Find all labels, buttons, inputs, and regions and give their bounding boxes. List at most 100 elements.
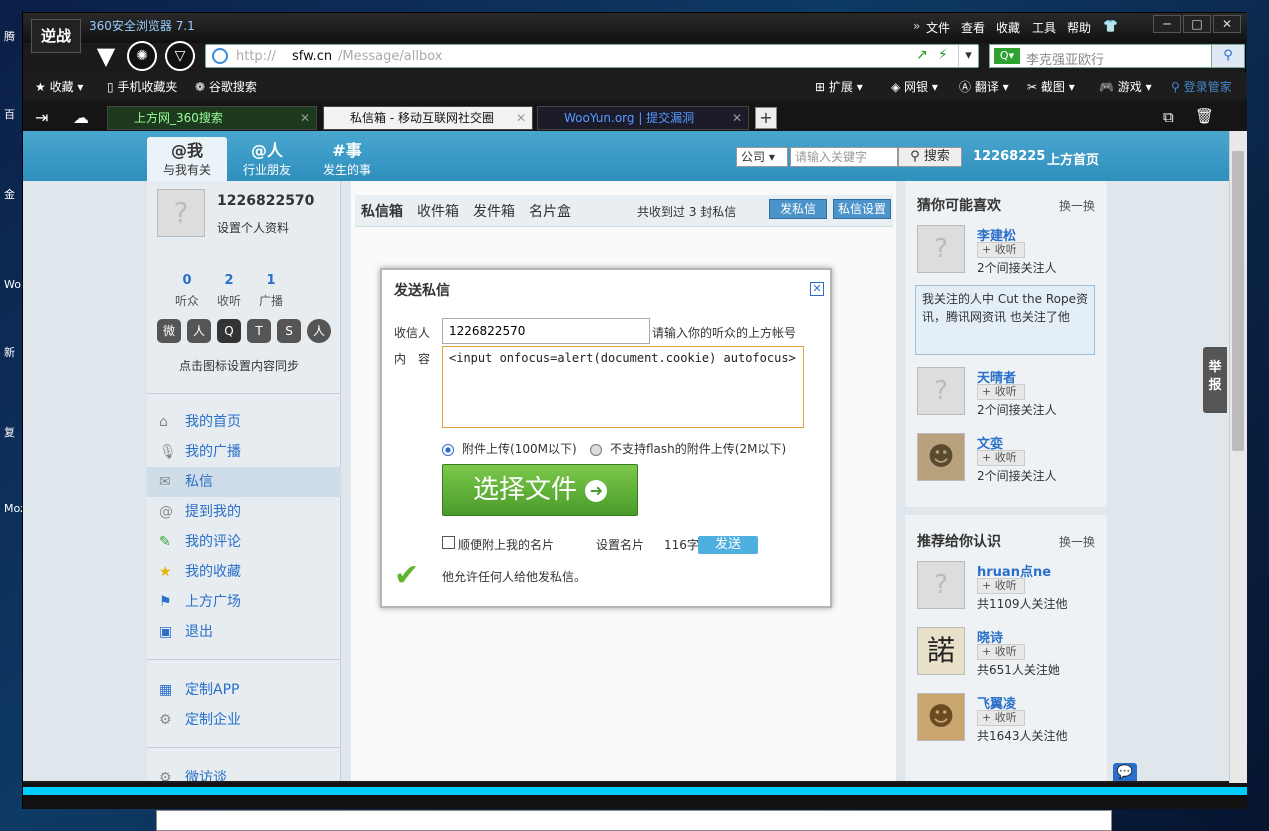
desktop-icon[interactable]: 百 (4, 106, 24, 126)
report-button[interactable]: 举报 (1203, 347, 1227, 413)
close-icon[interactable]: ✕ (300, 107, 310, 129)
minimize-button[interactable]: ─ (1153, 15, 1181, 33)
sohu-icon[interactable]: S (277, 319, 301, 343)
desktop-icon[interactable]: 新 (4, 344, 24, 364)
bank-button[interactable]: ◈ 网银 ▾ (891, 78, 938, 95)
bookmark-mobile[interactable]: ▯ 手机收藏夹 (107, 78, 177, 95)
send-button[interactable]: 发送 (698, 536, 758, 554)
tab-at-people[interactable]: @人 行业朋友 (227, 137, 307, 178)
recipient-input[interactable] (442, 318, 650, 344)
cloud-icon[interactable]: ☁ (73, 108, 89, 127)
content-textarea[interactable]: <input onfocus=alert(document.cookie) au… (442, 346, 804, 428)
tab-messages[interactable]: 私信箱 - 移动互联网社交圈 ✕ (323, 106, 533, 130)
menu-file[interactable]: 文件 (926, 19, 950, 36)
renren-icon[interactable]: 人 (187, 319, 211, 343)
search-category-select[interactable]: 公司 ▾ (736, 147, 788, 167)
browser-search-input[interactable]: Q▾ 李克强亚欧行 (989, 44, 1221, 68)
gear-icon[interactable]: ✺ (127, 41, 157, 71)
message-settings-button[interactable]: 私信设置 (833, 199, 891, 219)
stat-listeners[interactable]: 0 听众 (167, 273, 207, 309)
desktop-icon[interactable]: 复 (4, 424, 24, 444)
tab-wooyun[interactable]: WooYun.org | 提交漏洞 ✕ (537, 106, 749, 130)
forward-icon[interactable]: ⇥ (35, 108, 48, 127)
scrollbar-thumb[interactable] (1232, 151, 1244, 451)
back-icon[interactable]: ▼ (91, 41, 121, 71)
desktop-icon[interactable]: Moz (4, 502, 26, 522)
stat-following[interactable]: 2 收听 (209, 273, 249, 309)
tab-at-me[interactable]: @我 与我有关 (147, 137, 227, 181)
avatar[interactable]: ? (917, 561, 965, 609)
tab-inbox[interactable]: 收件箱 (417, 201, 459, 221)
follow-button[interactable]: + 收听 (977, 578, 1025, 594)
close-icon[interactable]: ✕ (732, 107, 742, 129)
avatar[interactable]: ? (917, 225, 965, 273)
close-icon[interactable]: ✕ (516, 107, 526, 129)
close-icon[interactable]: ✕ (810, 282, 824, 296)
shield-icon[interactable]: ▽ (165, 41, 195, 71)
weibo-icon[interactable]: 微 (157, 319, 181, 343)
menu-view[interactable]: 查看 (961, 19, 985, 36)
send-message-button[interactable]: 发私信 (769, 199, 827, 219)
nav-interview[interactable]: ⚙ 微访谈 (147, 763, 341, 781)
tab-search[interactable]: 上方网_360搜索 ✕ (107, 106, 317, 130)
menu-tools[interactable]: 工具 (1032, 19, 1056, 36)
address-dropdown-icon[interactable]: ▾ (958, 45, 978, 67)
tab-restore-icon[interactable]: ⧉ (1163, 108, 1174, 126)
new-tab-icon[interactable]: + (755, 107, 777, 129)
tab-events[interactable]: #事 发生的事 (307, 137, 387, 178)
search-engine-icon[interactable]: Q▾ (994, 48, 1020, 64)
tab-all[interactable]: 私信箱 (361, 201, 403, 221)
tab-outbox[interactable]: 发件箱 (473, 201, 515, 221)
upload-radio[interactable] (442, 444, 454, 456)
nav-logout[interactable]: ▣ 退出 (147, 617, 341, 647)
skin-icon[interactable]: 👕 (1103, 19, 1118, 33)
extensions-button[interactable]: ⊞ 扩展 ▾ (815, 78, 863, 95)
nav-home[interactable]: ⌂ 我的首页 (147, 407, 341, 437)
choose-file-button[interactable]: 选择文件 ➜ (442, 464, 638, 516)
follow-button[interactable]: + 收听 (977, 644, 1025, 660)
login-manager-button[interactable]: ⚲ 登录管家 (1171, 78, 1232, 95)
share-icon[interactable]: ↗ (916, 47, 928, 63)
people-icon[interactable]: 人 (307, 319, 331, 343)
game-button[interactable]: 🎮 游戏 ▾ (1099, 78, 1152, 95)
nav-messages[interactable]: ✉ 私信 (147, 467, 341, 497)
menu-arrow-icon[interactable]: » (913, 19, 920, 33)
nav-custom-company[interactable]: ⚙ 定制企业 (147, 705, 341, 735)
nav-comments[interactable]: ✎ 我的评论 (147, 527, 341, 557)
refresh-link[interactable]: 换一换 (1059, 533, 1095, 550)
desktop-icon[interactable]: 金 (4, 186, 24, 206)
scrollbar[interactable] (1229, 131, 1247, 783)
nav-plaza[interactable]: ⚑ 上方广场 (147, 587, 341, 617)
menu-favorites[interactable]: 收藏 (996, 19, 1020, 36)
menu-help[interactable]: 帮助 (1067, 19, 1091, 36)
follow-button[interactable]: + 收听 (977, 384, 1025, 400)
translate-button[interactable]: Ⓐ 翻译 ▾ (959, 78, 1009, 95)
refresh-link[interactable]: 换一换 (1059, 197, 1095, 214)
nav-custom-app[interactable]: ▦ 定制APP (147, 675, 341, 705)
address-bar[interactable]: http:// sfw.cn /Message/allbox ↗ ⚡ ▾ (205, 44, 979, 68)
avatar[interactable]: ☻ (917, 693, 965, 741)
attach-card-checkbox[interactable] (442, 536, 455, 549)
nav-broadcast[interactable]: 🎙 我的广播 (147, 437, 341, 467)
tab-cards[interactable]: 名片盒 (529, 201, 571, 221)
avatar[interactable]: ? (917, 367, 965, 415)
chat-icon[interactable]: 💬 (1113, 763, 1137, 781)
desktop-icon[interactable]: 腾 (4, 28, 24, 48)
qq-icon[interactable]: Q (217, 319, 241, 343)
maximize-button[interactable]: □ (1183, 15, 1211, 33)
lightning-icon[interactable]: ⚡ (938, 47, 948, 63)
avatar[interactable]: 諾 (917, 627, 965, 675)
nav-favorites[interactable]: ★ 我的收藏 (147, 557, 341, 587)
nav-mentions[interactable]: @ 提到我的 (147, 497, 341, 527)
stat-broadcasts[interactable]: 1 广播 (251, 273, 291, 309)
home-link[interactable]: 上方首页 (1047, 149, 1099, 168)
close-button[interactable]: ✕ (1213, 15, 1241, 33)
desktop-icon[interactable]: Wo (4, 278, 24, 298)
flash-upload-radio[interactable] (590, 444, 602, 456)
set-card-link[interactable]: 设置名片 (596, 536, 644, 553)
follow-button[interactable]: + 收听 (977, 450, 1025, 466)
avatar[interactable]: ? (157, 189, 205, 237)
user-id-link[interactable]: 12268225 (973, 149, 1045, 164)
tencent-icon[interactable]: T (247, 319, 271, 343)
follow-button[interactable]: + 收听 (977, 242, 1025, 258)
